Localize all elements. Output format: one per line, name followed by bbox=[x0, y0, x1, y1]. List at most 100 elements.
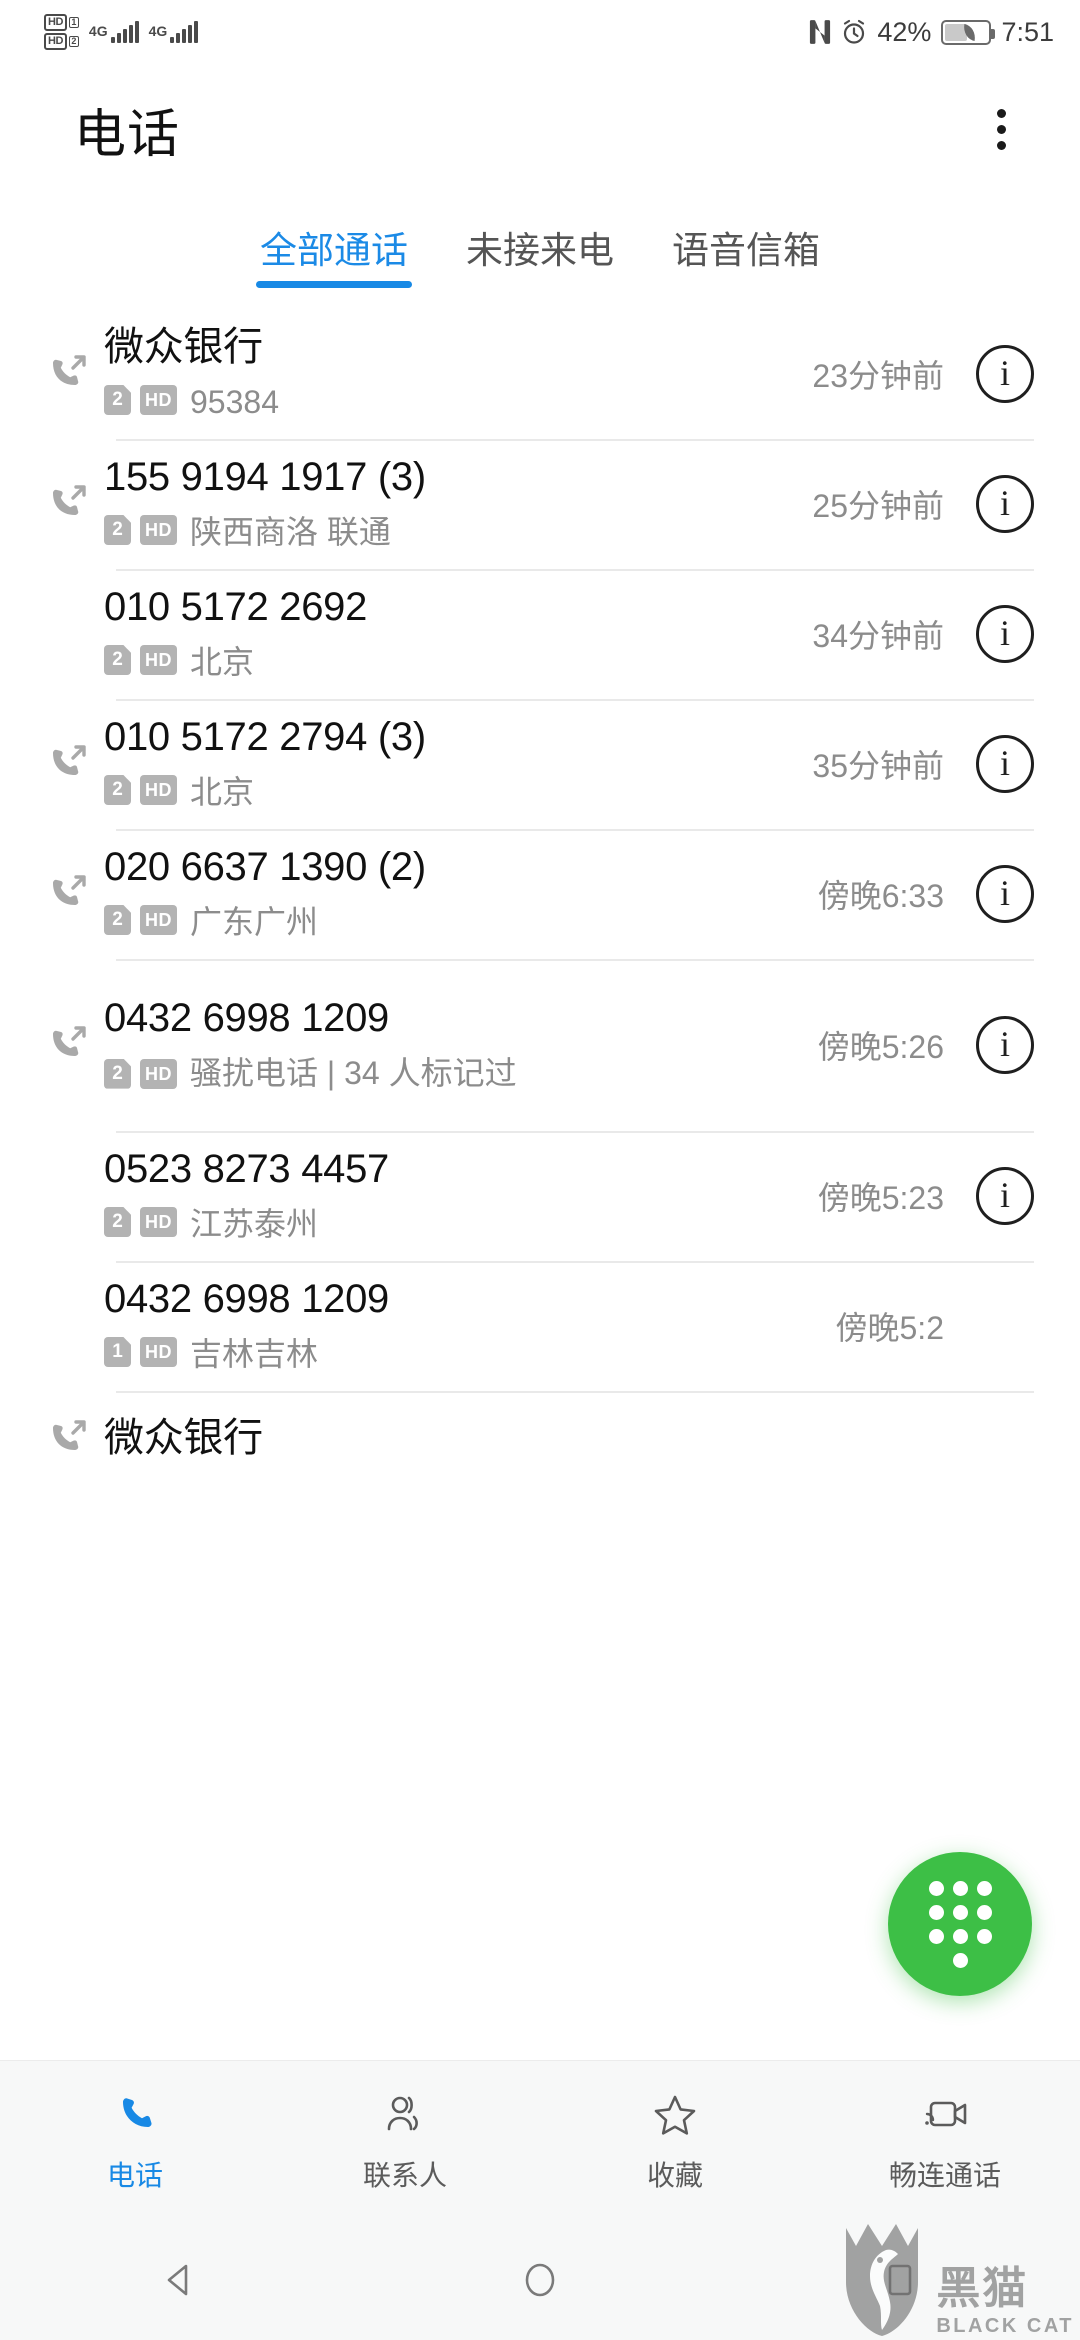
call-details-info-icon[interactable]: i bbox=[976, 475, 1034, 533]
call-time: 傍晚5:23 bbox=[817, 1180, 944, 1216]
nav-item-favorites[interactable]: 收藏 bbox=[540, 2088, 810, 2194]
nav-label-video-call: 畅连通话 bbox=[888, 2159, 1001, 2191]
call-subtitle: 广东广州 bbox=[190, 904, 319, 940]
call-log-row[interactable]: 0523 8273 4457 2 HD 江苏泰州 傍晚5:23 i bbox=[0, 1131, 1080, 1261]
call-details-info-icon[interactable]: i bbox=[976, 1016, 1034, 1074]
alarm-icon bbox=[844, 19, 865, 44]
sim-badge: 2 bbox=[104, 905, 131, 935]
call-meta: 2 HD 北京 bbox=[104, 641, 798, 684]
call-row-content: 010 5172 2794 (3) 2 HD 北京 bbox=[104, 714, 812, 814]
hd-badge: HD bbox=[140, 905, 177, 935]
nav-label-contacts: 联系人 bbox=[362, 2159, 447, 2191]
call-details-info-icon[interactable]: i bbox=[976, 735, 1034, 793]
call-subtitle: 骚扰电话 | 34 人标记过 bbox=[190, 1055, 517, 1091]
row-divider bbox=[116, 699, 1034, 701]
signal-group-1: 4G bbox=[89, 21, 139, 43]
row-divider bbox=[116, 959, 1034, 961]
call-details-info-icon[interactable]: i bbox=[976, 1167, 1034, 1225]
dialpad-icon bbox=[928, 1880, 992, 1968]
row-divider bbox=[116, 829, 1034, 831]
call-details-info-icon[interactable]: i bbox=[976, 605, 1034, 663]
call-row-content: 微众银行 bbox=[104, 1415, 1034, 1462]
call-time: 傍晚5:2 bbox=[835, 1310, 945, 1346]
hd-badge: HD bbox=[140, 645, 177, 675]
row-divider bbox=[116, 1391, 1034, 1393]
call-time: 35分钟前 bbox=[812, 748, 944, 784]
call-row-content: 0523 8273 4457 2 HD 江苏泰州 bbox=[104, 1146, 818, 1246]
call-time: 23分钟前 bbox=[812, 358, 944, 394]
call-subtitle: 陕西商洛 联通 bbox=[190, 514, 391, 550]
call-row-content: 155 9194 1917 (3) 2 HD 陕西商洛 联通 bbox=[104, 454, 812, 554]
call-time: 25分钟前 bbox=[812, 488, 944, 524]
tab-missed-calls[interactable]: 未接来电 bbox=[458, 214, 622, 296]
call-log-row[interactable]: 155 9194 1917 (3) 2 HD 陕西商洛 联通 25分钟前 i bbox=[0, 439, 1080, 569]
outgoing-call-icon bbox=[30, 350, 104, 398]
call-name: 0432 6998 1209 bbox=[104, 1276, 389, 1321]
page-title: 电话 bbox=[74, 105, 181, 164]
call-log-row[interactable]: 0432 6998 1209 1 HD 吉林吉林 傍晚5:2 bbox=[0, 1261, 1080, 1391]
hd-sim2-indicator: HD 2 bbox=[44, 33, 79, 50]
call-meta: 2 HD 江苏泰州 bbox=[104, 1203, 804, 1246]
sim-badge: 2 bbox=[104, 775, 131, 805]
info-glyph: i bbox=[999, 1024, 1010, 1064]
black-cat-watermark: 黑猫 BLACK CAT bbox=[836, 2220, 1074, 2338]
call-row-content: 020 6637 1390 (2) 2 HD 广东广州 bbox=[104, 844, 818, 944]
call-log-row[interactable]: 020 6637 1390 (2) 2 HD 广东广州 傍晚6:33 i bbox=[0, 829, 1080, 959]
dialpad-fab-button[interactable] bbox=[888, 1852, 1032, 1996]
nav-item-contacts[interactable]: 联系人 bbox=[270, 2088, 540, 2194]
outgoing-call-icon bbox=[30, 480, 104, 528]
network-type-1: 4G bbox=[88, 23, 108, 39]
row-divider bbox=[116, 1131, 1034, 1133]
call-log-row[interactable]: 010 5172 2794 (3) 2 HD 北京 35分钟前 i bbox=[0, 699, 1080, 829]
call-row-content: 010 5172 2692 2 HD 北京 bbox=[104, 584, 812, 684]
hd-label-2: HD bbox=[44, 33, 67, 50]
signal-group-2: 4G bbox=[149, 21, 199, 43]
call-name: 155 9194 1917 (3) bbox=[104, 454, 426, 499]
hd-badge: HD bbox=[140, 1337, 177, 1367]
more-vertical-icon[interactable] bbox=[974, 102, 1028, 156]
status-bar: HD 1 HD 2 4G 4G 42% 7:51 bbox=[0, 0, 1080, 64]
call-meta: 2 HD 骚扰电话 | 34 人标记过 bbox=[104, 1052, 804, 1095]
sim-number-2: 2 bbox=[68, 35, 79, 48]
signal-bars-icon-1 bbox=[110, 21, 139, 43]
tab-bar: 全部通话 未接来电 语音信箱 bbox=[0, 194, 1080, 309]
hd-sim1-indicator: HD 1 bbox=[44, 14, 79, 31]
home-circle-icon[interactable] bbox=[360, 2257, 720, 2303]
call-subtitle: 江苏泰州 bbox=[190, 1206, 319, 1242]
call-log-row[interactable]: 0432 6998 1209 2 HD 骚扰电话 | 34 人标记过 傍晚5:2… bbox=[0, 959, 1080, 1131]
row-divider bbox=[116, 569, 1034, 571]
nav-label-phone: 电话 bbox=[106, 2159, 163, 2191]
call-details-info-icon[interactable]: i bbox=[976, 345, 1034, 403]
dual-sim-hd-indicators: HD 1 HD 2 bbox=[44, 14, 79, 50]
hd-badge: HD bbox=[140, 1207, 177, 1237]
sim-badge: 2 bbox=[104, 385, 131, 415]
call-meta: 2 HD 陕西商洛 联通 bbox=[104, 511, 798, 554]
call-log-row[interactable]: 微众银行 bbox=[0, 1391, 1080, 1487]
outgoing-call-icon bbox=[30, 1415, 104, 1463]
black-cat-logo-icon bbox=[846, 2224, 919, 2336]
outgoing-call-icon bbox=[30, 740, 104, 788]
star-icon bbox=[651, 2088, 699, 2142]
hd-badge: HD bbox=[140, 515, 177, 545]
tab-voicemail[interactable]: 语音信箱 bbox=[664, 214, 828, 296]
phone-icon bbox=[111, 2088, 159, 2142]
call-time: 34分钟前 bbox=[812, 618, 944, 654]
watermark-en-label: BLACK CAT bbox=[936, 2315, 1074, 2337]
signal-bars-icon-2 bbox=[170, 21, 199, 43]
nav-item-video-call[interactable]: 畅连通话 bbox=[810, 2088, 1080, 2194]
call-subtitle: 95384 bbox=[190, 384, 279, 420]
call-meta: 2 HD 95384 bbox=[104, 381, 798, 424]
back-triangle-icon[interactable] bbox=[0, 2257, 360, 2303]
call-log-row[interactable]: 微众银行 2 HD 95384 23分钟前 i bbox=[0, 309, 1080, 439]
info-glyph: i bbox=[999, 353, 1010, 393]
info-glyph: i bbox=[999, 613, 1010, 653]
outgoing-call-icon bbox=[30, 870, 104, 918]
tab-all-calls[interactable]: 全部通话 bbox=[252, 214, 416, 296]
call-name: 0523 8273 4457 bbox=[104, 1146, 389, 1191]
nav-item-phone[interactable]: 电话 bbox=[0, 2088, 270, 2194]
call-log-row[interactable]: 010 5172 2692 2 HD 北京 34分钟前 i bbox=[0, 569, 1080, 699]
info-glyph: i bbox=[999, 873, 1010, 913]
call-details-info-icon[interactable]: i bbox=[976, 865, 1034, 923]
info-glyph: i bbox=[999, 743, 1010, 783]
status-bar-left: HD 1 HD 2 4G 4G bbox=[44, 14, 199, 50]
